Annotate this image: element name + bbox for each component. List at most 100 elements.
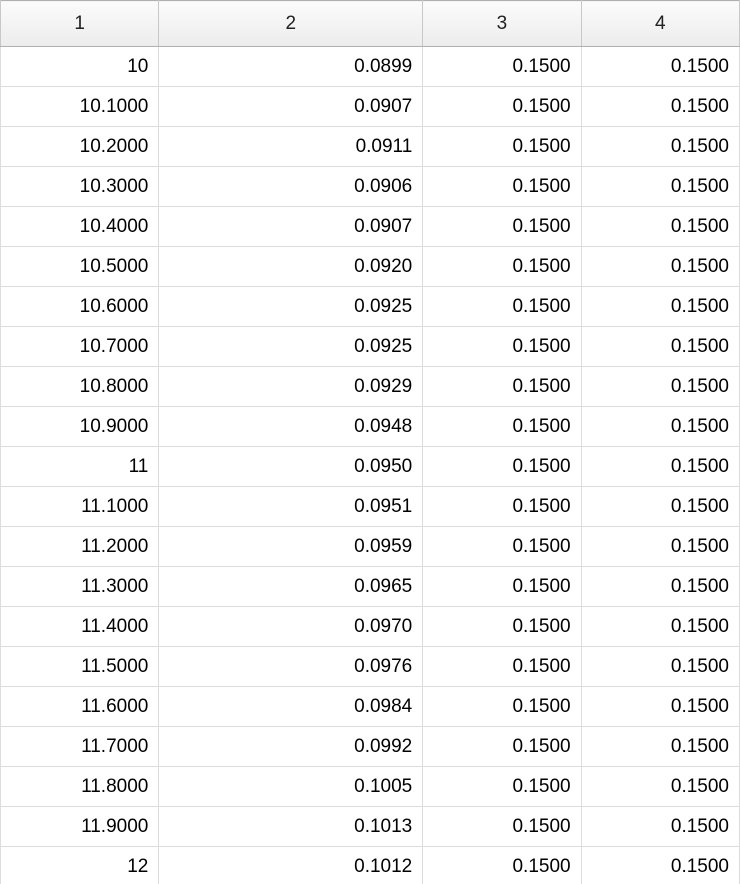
table-cell[interactable]: 0.0984 (159, 687, 423, 727)
table-row: 11.10000.09510.15000.1500 (1, 487, 740, 527)
table-cell[interactable]: 0.1500 (581, 727, 739, 767)
table-cell[interactable]: 0.1500 (423, 407, 581, 447)
table-cell[interactable]: 0.0925 (159, 327, 423, 367)
column-header-4[interactable]: 4 (581, 1, 739, 47)
table-cell[interactable]: 0.1500 (581, 567, 739, 607)
table-header-row: 1 2 3 4 (1, 1, 740, 47)
table-cell[interactable]: 0.1500 (423, 527, 581, 567)
table-cell[interactable]: 0.0929 (159, 367, 423, 407)
table-cell[interactable]: 11 (1, 447, 159, 487)
table-cell[interactable]: 10.4000 (1, 207, 159, 247)
table-cell[interactable]: 0.0911 (159, 127, 423, 167)
table-cell[interactable]: 0.1500 (581, 487, 739, 527)
table-cell[interactable]: 10.6000 (1, 287, 159, 327)
column-header-1[interactable]: 1 (1, 1, 159, 47)
table-cell[interactable]: 10.2000 (1, 127, 159, 167)
table-cell[interactable]: 0.1500 (581, 687, 739, 727)
table-cell[interactable]: 0.1500 (423, 847, 581, 884)
table-cell[interactable]: 0.1500 (581, 527, 739, 567)
table-cell[interactable]: 11.4000 (1, 607, 159, 647)
table-cell[interactable]: 10.1000 (1, 87, 159, 127)
table-cell[interactable]: 0.1500 (423, 767, 581, 807)
table-cell[interactable]: 0.1500 (423, 207, 581, 247)
table-cell[interactable]: 11.8000 (1, 767, 159, 807)
table-cell[interactable]: 11.7000 (1, 727, 159, 767)
table-cell[interactable]: 0.0948 (159, 407, 423, 447)
table-cell[interactable]: 0.1500 (423, 287, 581, 327)
table-cell[interactable]: 0.1500 (423, 647, 581, 687)
table-cell[interactable]: 11.1000 (1, 487, 159, 527)
table-row: 110.09500.15000.1500 (1, 447, 740, 487)
table-cell[interactable]: 0.1500 (581, 47, 739, 87)
table-cell[interactable]: 0.1500 (581, 407, 739, 447)
table-row: 10.90000.09480.15000.1500 (1, 407, 740, 447)
table-cell[interactable]: 0.0907 (159, 87, 423, 127)
table-cell[interactable]: 0.1500 (581, 87, 739, 127)
table-cell[interactable]: 10.8000 (1, 367, 159, 407)
table-cell[interactable]: 0.0906 (159, 167, 423, 207)
table-cell[interactable]: 0.1500 (581, 287, 739, 327)
table-cell[interactable]: 0.1500 (581, 647, 739, 687)
table-cell[interactable]: 12 (1, 847, 159, 884)
table-cell[interactable]: 0.0920 (159, 247, 423, 287)
table-cell[interactable]: 0.1012 (159, 847, 423, 884)
table-cell[interactable]: 0.1500 (581, 327, 739, 367)
table-cell[interactable]: 0.1500 (423, 367, 581, 407)
table-cell[interactable]: 0.1500 (423, 727, 581, 767)
table-cell[interactable]: 0.0950 (159, 447, 423, 487)
table-cell[interactable]: 0.1005 (159, 767, 423, 807)
table-cell[interactable]: 0.1500 (581, 367, 739, 407)
table-cell[interactable]: 0.0992 (159, 727, 423, 767)
table-cell[interactable]: 0.0959 (159, 527, 423, 567)
table-cell[interactable]: 0.0970 (159, 607, 423, 647)
table-cell[interactable]: 0.0925 (159, 287, 423, 327)
table-cell[interactable]: 0.1500 (581, 767, 739, 807)
table-cell[interactable]: 11.2000 (1, 527, 159, 567)
table-cell[interactable]: 11.6000 (1, 687, 159, 727)
table-cell[interactable]: 0.0965 (159, 567, 423, 607)
table-cell[interactable]: 0.1500 (423, 447, 581, 487)
table-row: 100.08990.15000.1500 (1, 47, 740, 87)
table-cell[interactable]: 10.3000 (1, 167, 159, 207)
table-cell[interactable]: 0.1500 (423, 87, 581, 127)
table-cell[interactable]: 0.1500 (423, 807, 581, 847)
table-cell[interactable]: 0.1500 (423, 687, 581, 727)
table-row: 10.40000.09070.15000.1500 (1, 207, 740, 247)
table-cell[interactable]: 10.9000 (1, 407, 159, 447)
table-cell[interactable]: 11.3000 (1, 567, 159, 607)
table-cell[interactable]: 0.1500 (581, 167, 739, 207)
table-cell[interactable]: 0.1500 (581, 807, 739, 847)
table-row: 120.10120.15000.1500 (1, 847, 740, 884)
table-cell[interactable]: 11.5000 (1, 647, 159, 687)
table-cell[interactable]: 0.0951 (159, 487, 423, 527)
table-row: 11.20000.09590.15000.1500 (1, 527, 740, 567)
table-cell[interactable]: 0.1500 (423, 487, 581, 527)
table-row: 11.60000.09840.15000.1500 (1, 687, 740, 727)
table-cell[interactable]: 11.9000 (1, 807, 159, 847)
data-table[interactable]: 1 2 3 4 100.08990.15000.150010.10000.090… (0, 0, 740, 884)
table-cell[interactable]: 0.0976 (159, 647, 423, 687)
column-header-2[interactable]: 2 (159, 1, 423, 47)
table-cell[interactable]: 0.1500 (581, 207, 739, 247)
table-cell[interactable]: 0.0899 (159, 47, 423, 87)
table-cell[interactable]: 0.0907 (159, 207, 423, 247)
table-cell[interactable]: 0.1013 (159, 807, 423, 847)
table-cell[interactable]: 0.1500 (581, 447, 739, 487)
table-cell[interactable]: 0.1500 (423, 47, 581, 87)
table-cell[interactable]: 0.1500 (423, 167, 581, 207)
table-cell[interactable]: 0.1500 (581, 127, 739, 167)
table-row: 10.30000.09060.15000.1500 (1, 167, 740, 207)
column-header-3[interactable]: 3 (423, 1, 581, 47)
table-cell[interactable]: 0.1500 (423, 247, 581, 287)
table-row: 10.80000.09290.15000.1500 (1, 367, 740, 407)
table-cell[interactable]: 0.1500 (581, 607, 739, 647)
table-cell[interactable]: 0.1500 (423, 327, 581, 367)
table-cell[interactable]: 10.5000 (1, 247, 159, 287)
table-cell[interactable]: 10.7000 (1, 327, 159, 367)
table-cell[interactable]: 0.1500 (423, 127, 581, 167)
table-cell[interactable]: 0.1500 (423, 607, 581, 647)
table-cell[interactable]: 0.1500 (581, 847, 739, 884)
table-cell[interactable]: 0.1500 (423, 567, 581, 607)
table-cell[interactable]: 0.1500 (581, 247, 739, 287)
table-cell[interactable]: 10 (1, 47, 159, 87)
